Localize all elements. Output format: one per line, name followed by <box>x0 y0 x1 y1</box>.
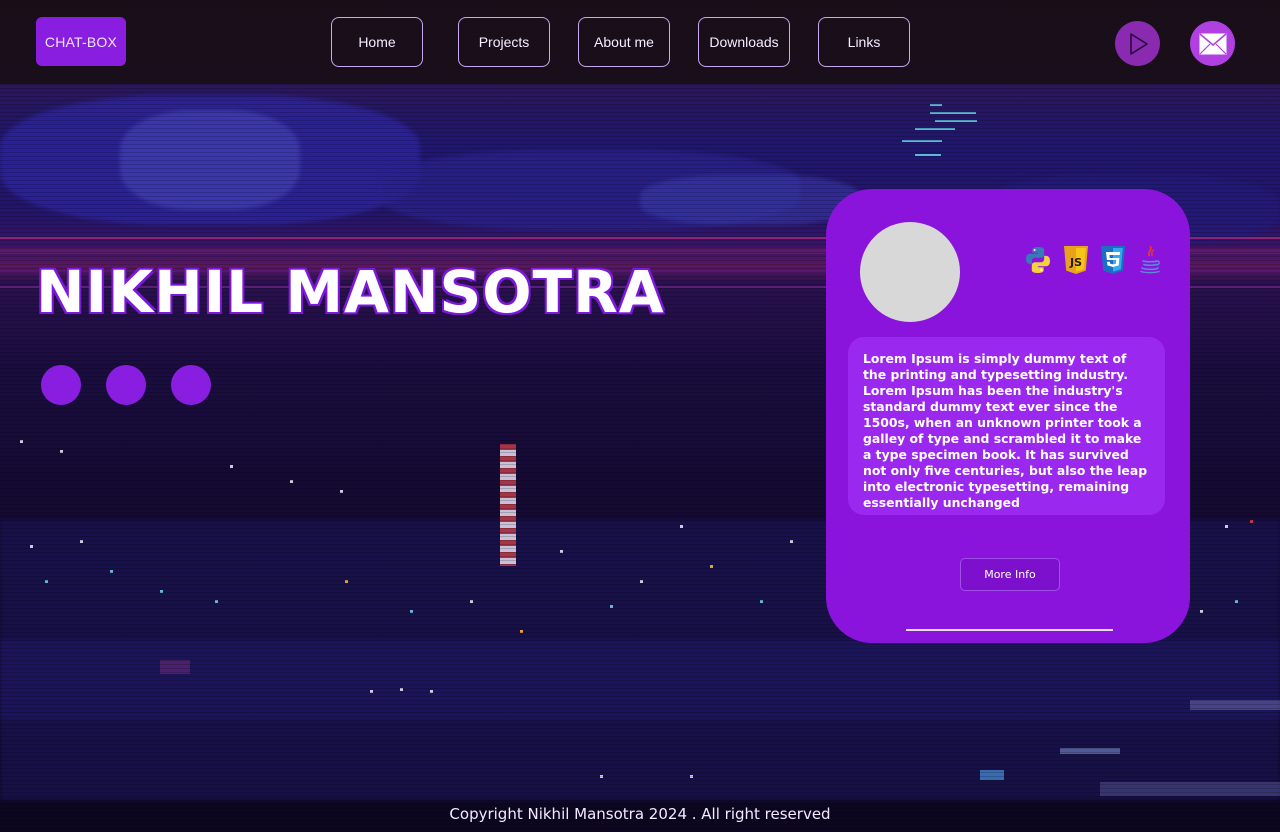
mail-button[interactable] <box>1190 21 1235 66</box>
more-info-button[interactable]: More Info <box>960 558 1060 591</box>
java-icon <box>1140 246 1160 274</box>
top-navbar: CHAT-BOX Home Projects About me Download… <box>0 0 1280 84</box>
nav-home[interactable]: Home <box>331 17 423 67</box>
play-icon <box>1129 32 1148 55</box>
hero-name: NIKHIL MANSOTRA <box>36 258 665 326</box>
javascript-icon: JS <box>1064 246 1088 274</box>
hero-dot[interactable] <box>41 365 81 405</box>
nav-about-me[interactable]: About me <box>578 17 670 67</box>
svg-text:JS: JS <box>1069 256 1082 269</box>
hero-dot[interactable] <box>106 365 146 405</box>
python-icon <box>1026 247 1050 273</box>
description-text: Lorem Ipsum is simply dummy text of the … <box>863 351 1148 510</box>
profile-card: JS Lorem Ipsum is simply dummy text of t… <box>826 189 1190 643</box>
avatar <box>860 222 960 322</box>
mail-icon <box>1198 32 1227 54</box>
footer-copyright: Copyright Nikhil Mansotra 2024 . All rig… <box>449 805 831 823</box>
nav-projects[interactable]: Projects <box>458 17 550 67</box>
play-button[interactable] <box>1115 21 1160 66</box>
card-divider <box>906 629 1113 631</box>
css3-icon <box>1101 246 1125 274</box>
chat-box-button[interactable]: CHAT-BOX <box>36 17 126 66</box>
description-box: Lorem Ipsum is simply dummy text of the … <box>848 337 1165 515</box>
nav-downloads[interactable]: Downloads <box>698 17 790 67</box>
hero-dot[interactable] <box>171 365 211 405</box>
nav-links[interactable]: Links <box>818 17 910 67</box>
